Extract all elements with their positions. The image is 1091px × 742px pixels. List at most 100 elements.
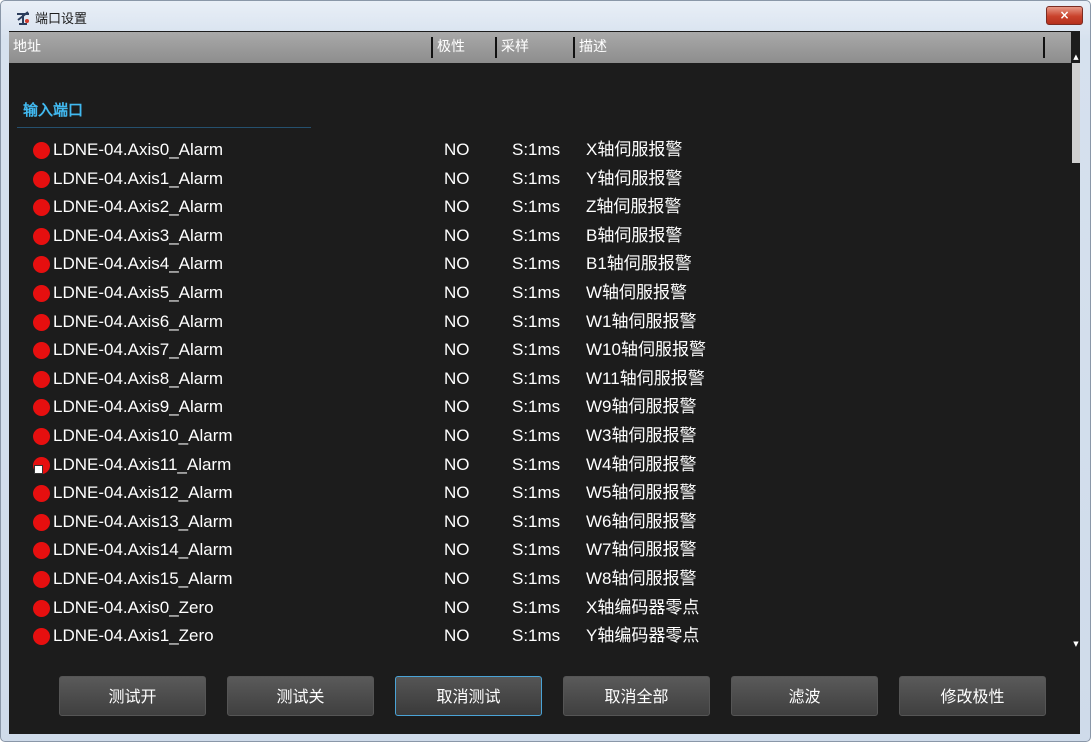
cell-address: LDNE-04.Axis9_Alarm: [53, 397, 224, 417]
cell-sampling: S:1ms: [512, 197, 561, 217]
table-row[interactable]: LDNE-04.Axis5_Alarm NO S:1ms W轴伺服报警: [9, 279, 1071, 307]
scrollbar-thumb[interactable]: [1072, 63, 1080, 163]
change-polarity-button[interactable]: 修改极性: [899, 676, 1046, 716]
column-divider[interactable]: [573, 37, 575, 58]
cell-polarity: NO: [444, 511, 470, 531]
test-marker-icon: [34, 464, 43, 474]
section-input-ports: 输入端口: [23, 101, 84, 119]
cell-sampling: S:1ms: [512, 397, 561, 417]
cell-polarity: NO: [444, 626, 470, 646]
close-button[interactable]: ×: [1046, 6, 1083, 25]
cell-address: LDNE-04.Axis3_Alarm: [53, 225, 224, 245]
cell-address: LDNE-04.Axis4_Alarm: [53, 254, 224, 274]
table-row[interactable]: LDNE-04.Axis7_Alarm NO S:1ms W10轴伺服报警: [9, 336, 1071, 364]
port-settings-window: 端口设置 × 地址 极性 采样 描述 输入端口 LDNE-04.Axis0_Al…: [0, 0, 1091, 742]
table-row[interactable]: LDNE-04.Axis6_Alarm NO S:1ms W1轴伺服报警: [9, 308, 1071, 336]
table-row[interactable]: LDNE-04.Axis13_Alarm NO S:1ms W6轴伺服报警: [9, 508, 1071, 536]
column-address[interactable]: 地址: [13, 32, 41, 63]
cell-description: W6轴伺服报警: [586, 511, 697, 531]
cell-polarity: NO: [444, 283, 470, 302]
column-sampling[interactable]: 采样: [501, 32, 529, 63]
status-indicator-icon: [33, 513, 50, 531]
cell-sampling: S:1ms: [512, 254, 561, 274]
cell-sampling: S:1ms: [512, 168, 561, 188]
cell-polarity: NO: [444, 454, 470, 474]
cell-sampling: S:1ms: [512, 225, 561, 245]
cell-polarity: NO: [444, 483, 470, 503]
cancel-test-button[interactable]: 取消测试: [395, 676, 542, 716]
status-indicator-icon: [33, 285, 50, 302]
status-indicator-icon: [33, 227, 50, 245]
title-bar[interactable]: 端口设置 ×: [1, 1, 1090, 31]
cell-address: LDNE-04.Axis1_Zero: [53, 626, 214, 646]
table-row[interactable]: LDNE-04.Axis4_Alarm NO S:1ms B1轴伺服报警: [9, 250, 1071, 278]
cell-address: LDNE-04.Axis5_Alarm: [53, 283, 224, 302]
column-divider[interactable]: [431, 37, 433, 58]
column-divider[interactable]: [1043, 37, 1045, 58]
status-indicator-icon: [33, 399, 50, 417]
table-row[interactable]: LDNE-04.Axis15_Alarm NO S:1ms W8轴伺服报警: [9, 565, 1071, 593]
table-row[interactable]: LDNE-04.Axis0_Alarm NO S:1ms X轴伺服报警: [9, 136, 1071, 164]
cell-sampling: S:1ms: [512, 569, 561, 588]
cell-polarity: NO: [444, 426, 470, 445]
cell-description: W3轴伺服报警: [586, 426, 697, 445]
cell-sampling: S:1ms: [512, 368, 561, 388]
port-list: LDNE-04.Axis0_Alarm NO S:1ms X轴伺服报警 LDNE-04.…: [9, 136, 1071, 682]
table-row[interactable]: LDNE-04.Axis11_Alarm NO S:1ms W4轴伺服报警: [9, 451, 1071, 479]
cell-polarity: NO: [444, 397, 470, 417]
table-row[interactable]: LDNE-04.Axis1_Zero NO S:1ms Y轴编码器零点: [9, 622, 1071, 650]
cell-polarity: NO: [444, 254, 470, 274]
cell-sampling: S:1ms: [512, 454, 561, 474]
cell-description: Y轴伺服报警: [586, 168, 683, 188]
cell-polarity: NO: [444, 597, 470, 617]
client-area: 地址 极性 采样 描述 输入端口 LDNE-04.Axis0_Alarm NO S:…: [9, 31, 1080, 734]
cell-address: LDNE-04.Axis2_Alarm: [53, 197, 224, 217]
cell-address: LDNE-04.Axis10_Alarm: [53, 426, 233, 445]
table-row[interactable]: LDNE-04.Axis2_Alarm NO S:1ms Z轴伺服报警: [9, 193, 1071, 221]
status-indicator-icon: [33, 170, 50, 188]
table-row[interactable]: LDNE-04.Axis10_Alarm NO S:1ms W3轴伺服报警: [9, 422, 1071, 450]
cell-address: LDNE-04.Axis13_Alarm: [53, 511, 233, 531]
vertical-scrollbar[interactable]: ▲ ▼: [1072, 31, 1080, 656]
table-row[interactable]: LDNE-04.Axis3_Alarm NO S:1ms B轴伺服报警: [9, 222, 1071, 250]
up-arrow-icon[interactable]: ▲: [1072, 53, 1080, 61]
column-description[interactable]: 描述: [579, 32, 607, 63]
table-row[interactable]: LDNE-04.Axis8_Alarm NO S:1ms W11轴伺服报警: [9, 365, 1071, 393]
cell-polarity: NO: [444, 311, 470, 331]
cell-sampling: S:1ms: [512, 597, 561, 617]
status-indicator-icon: [33, 313, 50, 331]
status-indicator-icon: [33, 628, 50, 646]
column-polarity[interactable]: 极性: [437, 32, 465, 63]
table-row[interactable]: LDNE-04.Axis9_Alarm NO S:1ms W9轴伺服报警: [9, 393, 1071, 421]
cell-address: LDNE-04.Axis8_Alarm: [53, 368, 224, 388]
cell-polarity: NO: [444, 368, 470, 388]
status-indicator-icon: [33, 485, 50, 503]
cell-description: B轴伺服报警: [586, 225, 683, 245]
cell-polarity: NO: [444, 168, 470, 188]
window-title: 端口设置: [35, 12, 88, 27]
status-indicator-icon: [33, 256, 50, 274]
status-indicator-icon: [33, 370, 50, 388]
cell-sampling: S:1ms: [512, 626, 561, 646]
status-indicator-icon: [33, 342, 50, 360]
cancel-all-button[interactable]: 取消全部: [563, 676, 710, 716]
cell-description: W7轴伺服报警: [586, 540, 697, 560]
down-arrow-icon[interactable]: ▼: [1072, 639, 1080, 649]
table-row[interactable]: LDNE-04.Axis0_Zero NO S:1ms X轴编码器零点: [9, 594, 1071, 622]
status-indicator-icon: [33, 599, 50, 617]
table-row[interactable]: LDNE-04.Axis12_Alarm NO S:1ms W5轴伺服报警: [9, 479, 1071, 507]
column-divider[interactable]: [495, 37, 497, 58]
cell-description: X轴伺服报警: [586, 140, 683, 159]
cell-address: LDNE-04.Axis12_Alarm: [53, 483, 233, 503]
cell-description: W轴伺服报警: [586, 283, 688, 302]
cell-description: W10轴伺服报警: [586, 340, 706, 360]
table-row[interactable]: LDNE-04.Axis14_Alarm NO S:1ms W7轴伺服报警: [9, 536, 1071, 564]
filter-button[interactable]: 滤波: [731, 676, 878, 716]
table-row[interactable]: LDNE-04.Axis1_Alarm NO S:1ms Y轴伺服报警: [9, 165, 1071, 193]
status-indicator-icon: [33, 142, 50, 159]
cell-address: LDNE-04.Axis7_Alarm: [53, 340, 224, 360]
test-off-button[interactable]: 测试关: [227, 676, 374, 716]
cell-description: W8轴伺服报警: [586, 569, 697, 588]
cell-sampling: S:1ms: [512, 140, 561, 159]
test-on-button[interactable]: 测试开: [59, 676, 206, 716]
